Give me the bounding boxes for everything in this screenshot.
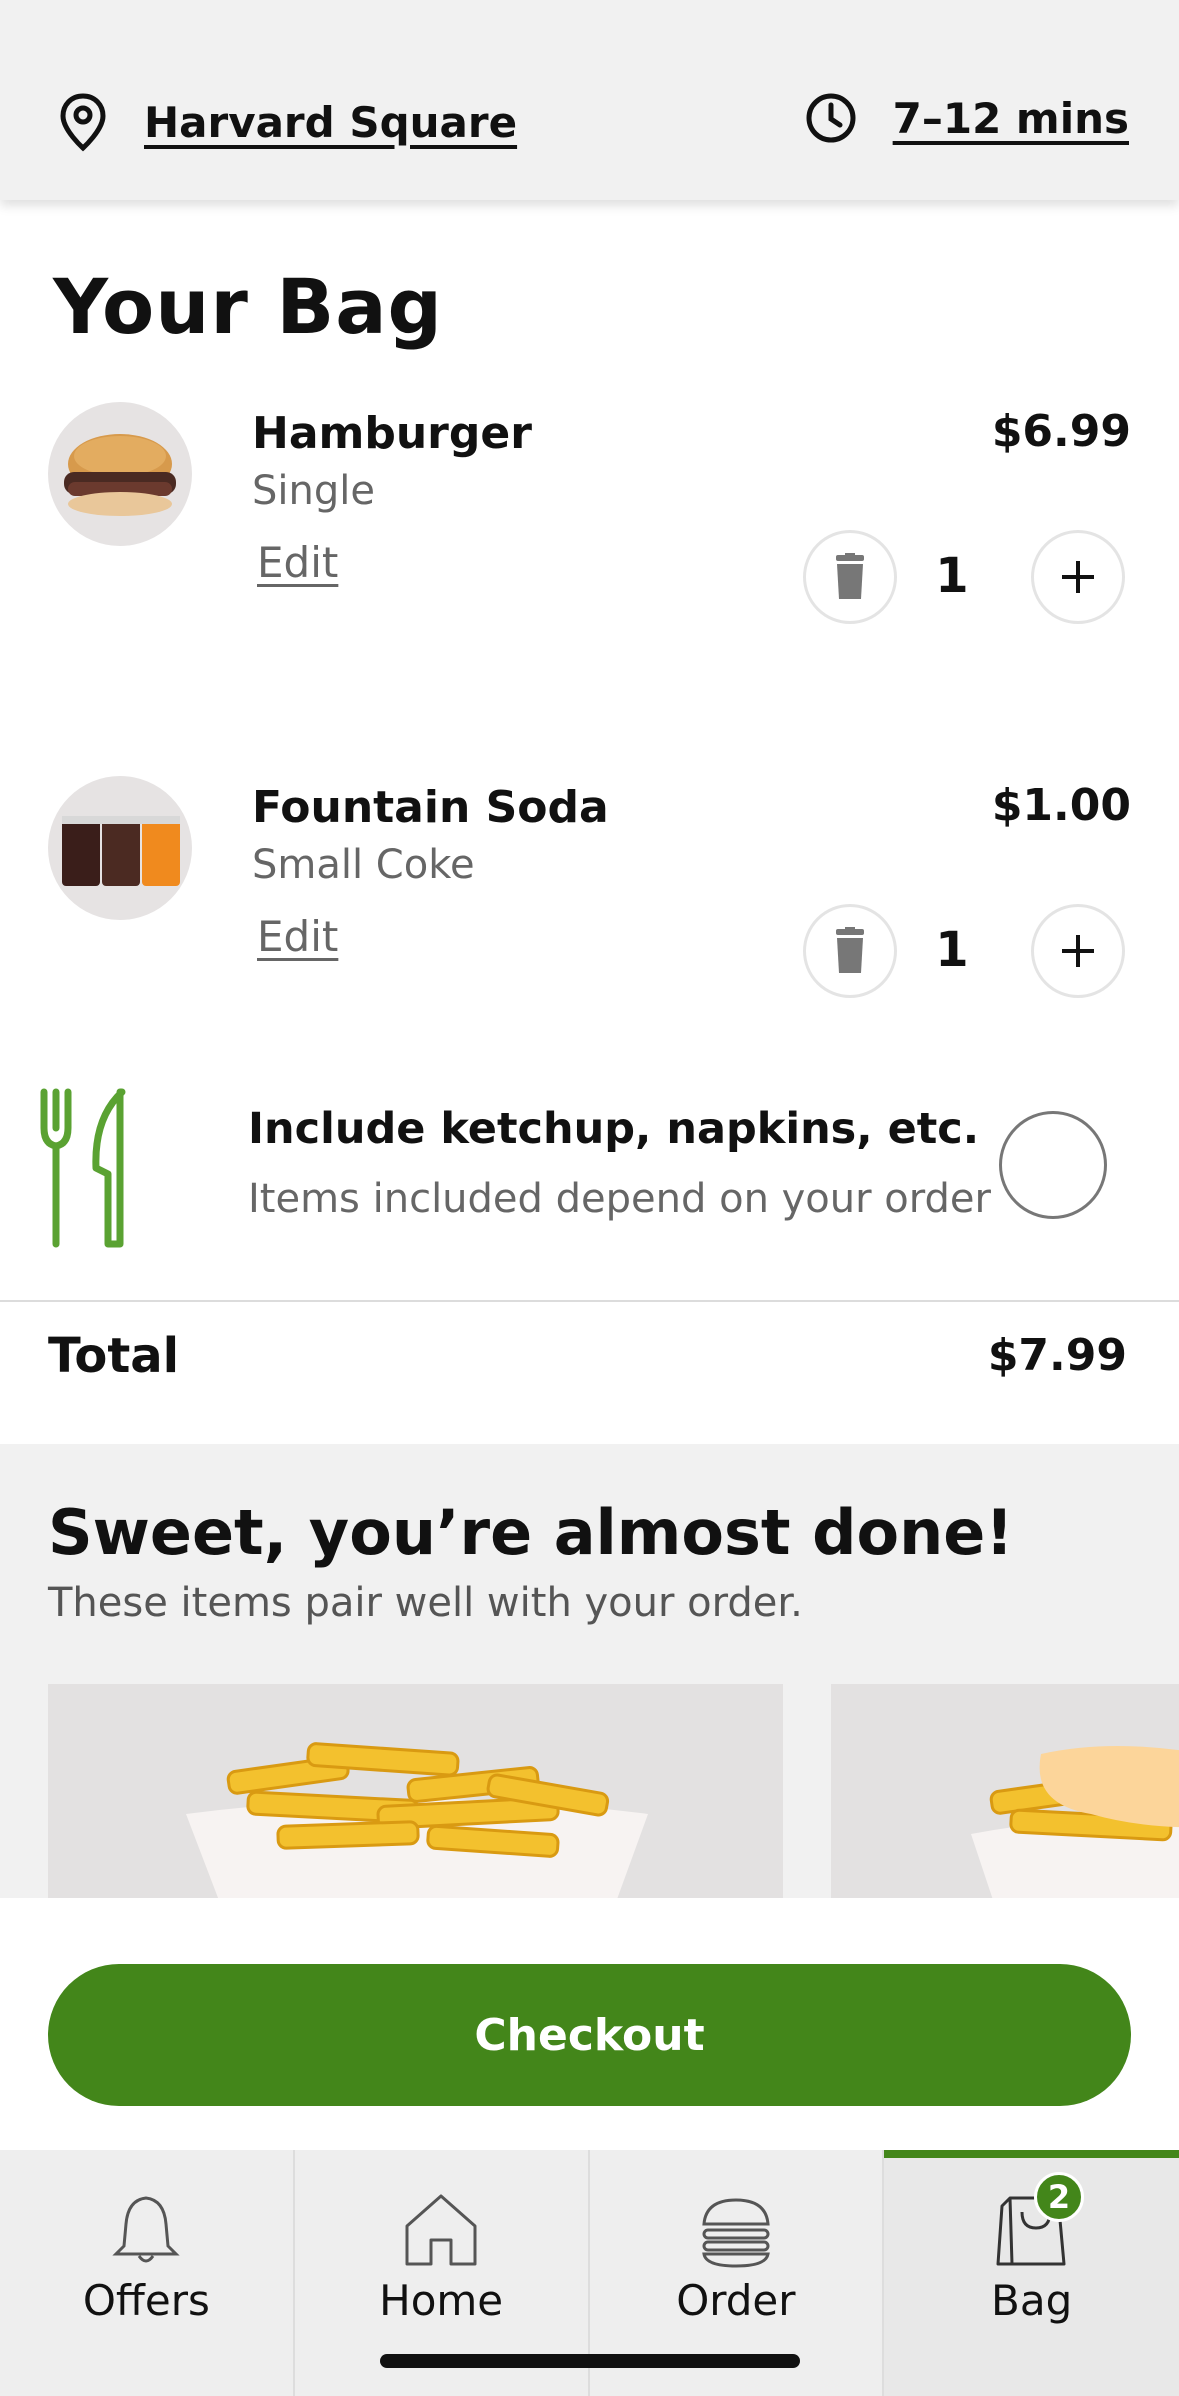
trash-icon [836,553,864,599]
bag-item: Hamburger Single Edit $6.99 1 [0,402,1179,632]
tab-label: Bag [991,2276,1073,2325]
fork-knife-icon [40,1088,126,1248]
condiments-title: Include ketchup, napkins, etc. [248,1104,980,1154]
item-name: Hamburger [252,408,532,459]
cheese-fries-image [971,1746,1179,1914]
location-selector[interactable]: Harvard Square [58,92,517,152]
quantity-value: 1 [935,922,969,978]
edit-link[interactable]: Edit [257,912,338,961]
checkout-button[interactable]: Checkout [48,1964,1131,2106]
total-label: Total [48,1328,180,1384]
app-screen: Harvard Square 7–12 mins Your Bag Hambur… [0,0,1179,2396]
bag-item: Fountain Soda Small Coke Edit $1.00 1 [0,776,1179,1006]
upsell-card-fries[interactable] [48,1684,783,1914]
location-link[interactable]: Harvard Square [144,98,517,147]
fountain-soda-image [48,776,192,920]
burger-icon [702,2198,770,2268]
location-pin-icon [60,93,106,152]
bag-count-badge: 2 [1034,2172,1084,2222]
home-indicator[interactable] [380,2354,800,2368]
trash-icon [836,927,864,973]
item-price: $1.00 [991,780,1131,831]
fries-image [186,1742,648,1914]
upsell-section: Sweet, you’re almost done! These items p… [0,1444,1179,1914]
upsell-subtitle: These items pair well with your order. [48,1580,803,1626]
item-option: Single [252,468,375,514]
page-title: Your Bag [53,262,443,351]
increase-quantity-button[interactable] [1031,904,1125,998]
clock-icon [806,93,856,143]
total-value: $7.99 [987,1330,1127,1381]
item-option: Small Coke [252,842,475,888]
increase-quantity-button[interactable] [1031,530,1125,624]
hamburger-image [48,402,192,546]
upsell-card-cheese-fries[interactable] [831,1684,1179,1914]
header-bar: Harvard Square 7–12 mins [0,0,1179,200]
upsell-title: Sweet, you’re almost done! [48,1496,1014,1569]
delete-button[interactable] [803,904,897,998]
tab-label: Offers [82,2276,210,2325]
item-price: $6.99 [991,406,1131,457]
quantity-value: 1 [935,548,969,604]
bell-icon [112,2196,180,2263]
delete-button[interactable] [803,530,897,624]
tab-bag[interactable]: Bag [884,2150,1179,2396]
tab-label: Order [676,2276,796,2325]
edit-link[interactable]: Edit [257,538,338,587]
eta-selector[interactable]: 7–12 mins [805,92,1129,144]
eta-link[interactable]: 7–12 mins [893,94,1129,143]
plus-icon [1062,935,1094,967]
divider [0,1300,1179,1302]
item-name: Fountain Soda [252,782,609,833]
plus-icon [1062,561,1094,593]
tab-label: Home [379,2276,504,2325]
condiments-radio[interactable] [999,1111,1107,1219]
house-icon [405,2194,477,2266]
condiments-subtitle: Items included depend on your order [248,1176,991,1222]
tab-offers[interactable]: Offers [0,2150,295,2396]
checkout-area: Checkout [0,1898,1179,2150]
condiments-option[interactable]: Include ketchup, napkins, etc. Items inc… [0,1080,1179,1300]
